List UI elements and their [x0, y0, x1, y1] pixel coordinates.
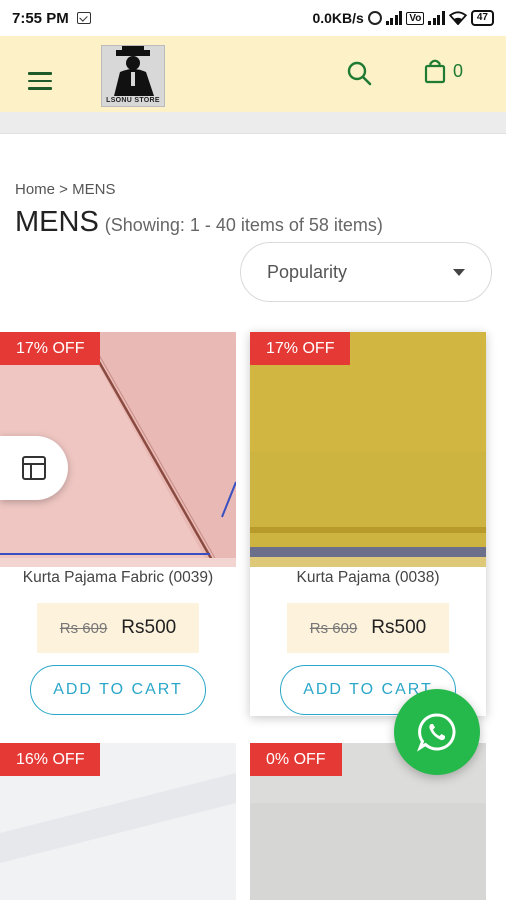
- breadcrumb[interactable]: Home > MENS: [15, 181, 115, 198]
- product-card[interactable]: 17% OFF Kurta Pajama Fabric (0039) Rs 60…: [0, 332, 236, 722]
- sort-dropdown[interactable]: Popularity: [240, 242, 492, 302]
- status-indicators: 0.0KB/s Vo 47: [312, 10, 494, 26]
- sale-price: Rs500: [121, 617, 177, 638]
- product-card[interactable]: 17% OFF Kurta Pajama (0038) Rs 609 Rs500…: [250, 332, 486, 716]
- signal-icon-2: [428, 11, 445, 25]
- message-notification-icon: [76, 12, 91, 24]
- caret-down-icon: [453, 269, 465, 276]
- whatsapp-glyph: [417, 713, 456, 752]
- app-header: LSONU STORE 0: [0, 36, 506, 112]
- discount-badge: 17% OFF: [0, 332, 101, 365]
- network-speed: 0.0KB/s: [312, 10, 364, 26]
- logo-figure-icon: [114, 46, 154, 96]
- price-box: Rs 609 Rs500: [287, 603, 449, 653]
- logo-text: LSONU STORE: [106, 97, 160, 104]
- battery-icon: 47: [470, 10, 494, 26]
- original-price: Rs 609: [309, 619, 358, 637]
- product-image[interactable]: 16% OFF: [0, 743, 236, 900]
- sale-price: Rs500: [371, 617, 427, 638]
- discount-badge: 16% OFF: [0, 743, 101, 776]
- price-box: Rs 609 Rs500: [37, 603, 199, 653]
- discount-badge: 17% OFF: [250, 332, 351, 365]
- item-count: (Showing: 1 - 40 items of 58 items): [104, 215, 383, 235]
- status-bar: 7:55 PM 0.0KB/s Vo 47: [0, 0, 506, 36]
- add-to-cart-button[interactable]: ADD TO CART: [30, 665, 206, 715]
- original-price: Rs 609: [59, 619, 108, 637]
- hamburger-menu-icon[interactable]: [28, 72, 52, 92]
- product-image[interactable]: 17% OFF: [250, 332, 486, 567]
- shopping-bag-icon[interactable]: [424, 58, 446, 84]
- fabric-image: [250, 332, 486, 567]
- cart-count: 0: [453, 61, 464, 81]
- volte-icon: Vo: [406, 11, 425, 25]
- layout-icon: [22, 456, 46, 480]
- category-title: MENS: [15, 206, 99, 238]
- status-time: 7:55 PM: [12, 9, 69, 27]
- store-logo[interactable]: LSONU STORE: [101, 45, 165, 107]
- product-card[interactable]: 16% OFF: [0, 743, 236, 900]
- product-name[interactable]: Kurta Pajama (0038): [250, 569, 486, 587]
- wifi-icon: [448, 11, 467, 25]
- signal-icon: [385, 11, 403, 25]
- header-divider: [0, 112, 506, 134]
- discount-badge: 0% OFF: [250, 743, 342, 776]
- sort-selected-value: Popularity: [267, 261, 348, 282]
- whatsapp-icon[interactable]: [394, 689, 480, 775]
- search-icon[interactable]: [346, 60, 372, 86]
- alarm-icon: [367, 11, 382, 25]
- page-title: MENS (Showing: 1 - 40 items of 58 items): [15, 206, 383, 239]
- product-name[interactable]: Kurta Pajama Fabric (0039): [0, 569, 236, 587]
- grid-layout-icon[interactable]: [0, 436, 68, 500]
